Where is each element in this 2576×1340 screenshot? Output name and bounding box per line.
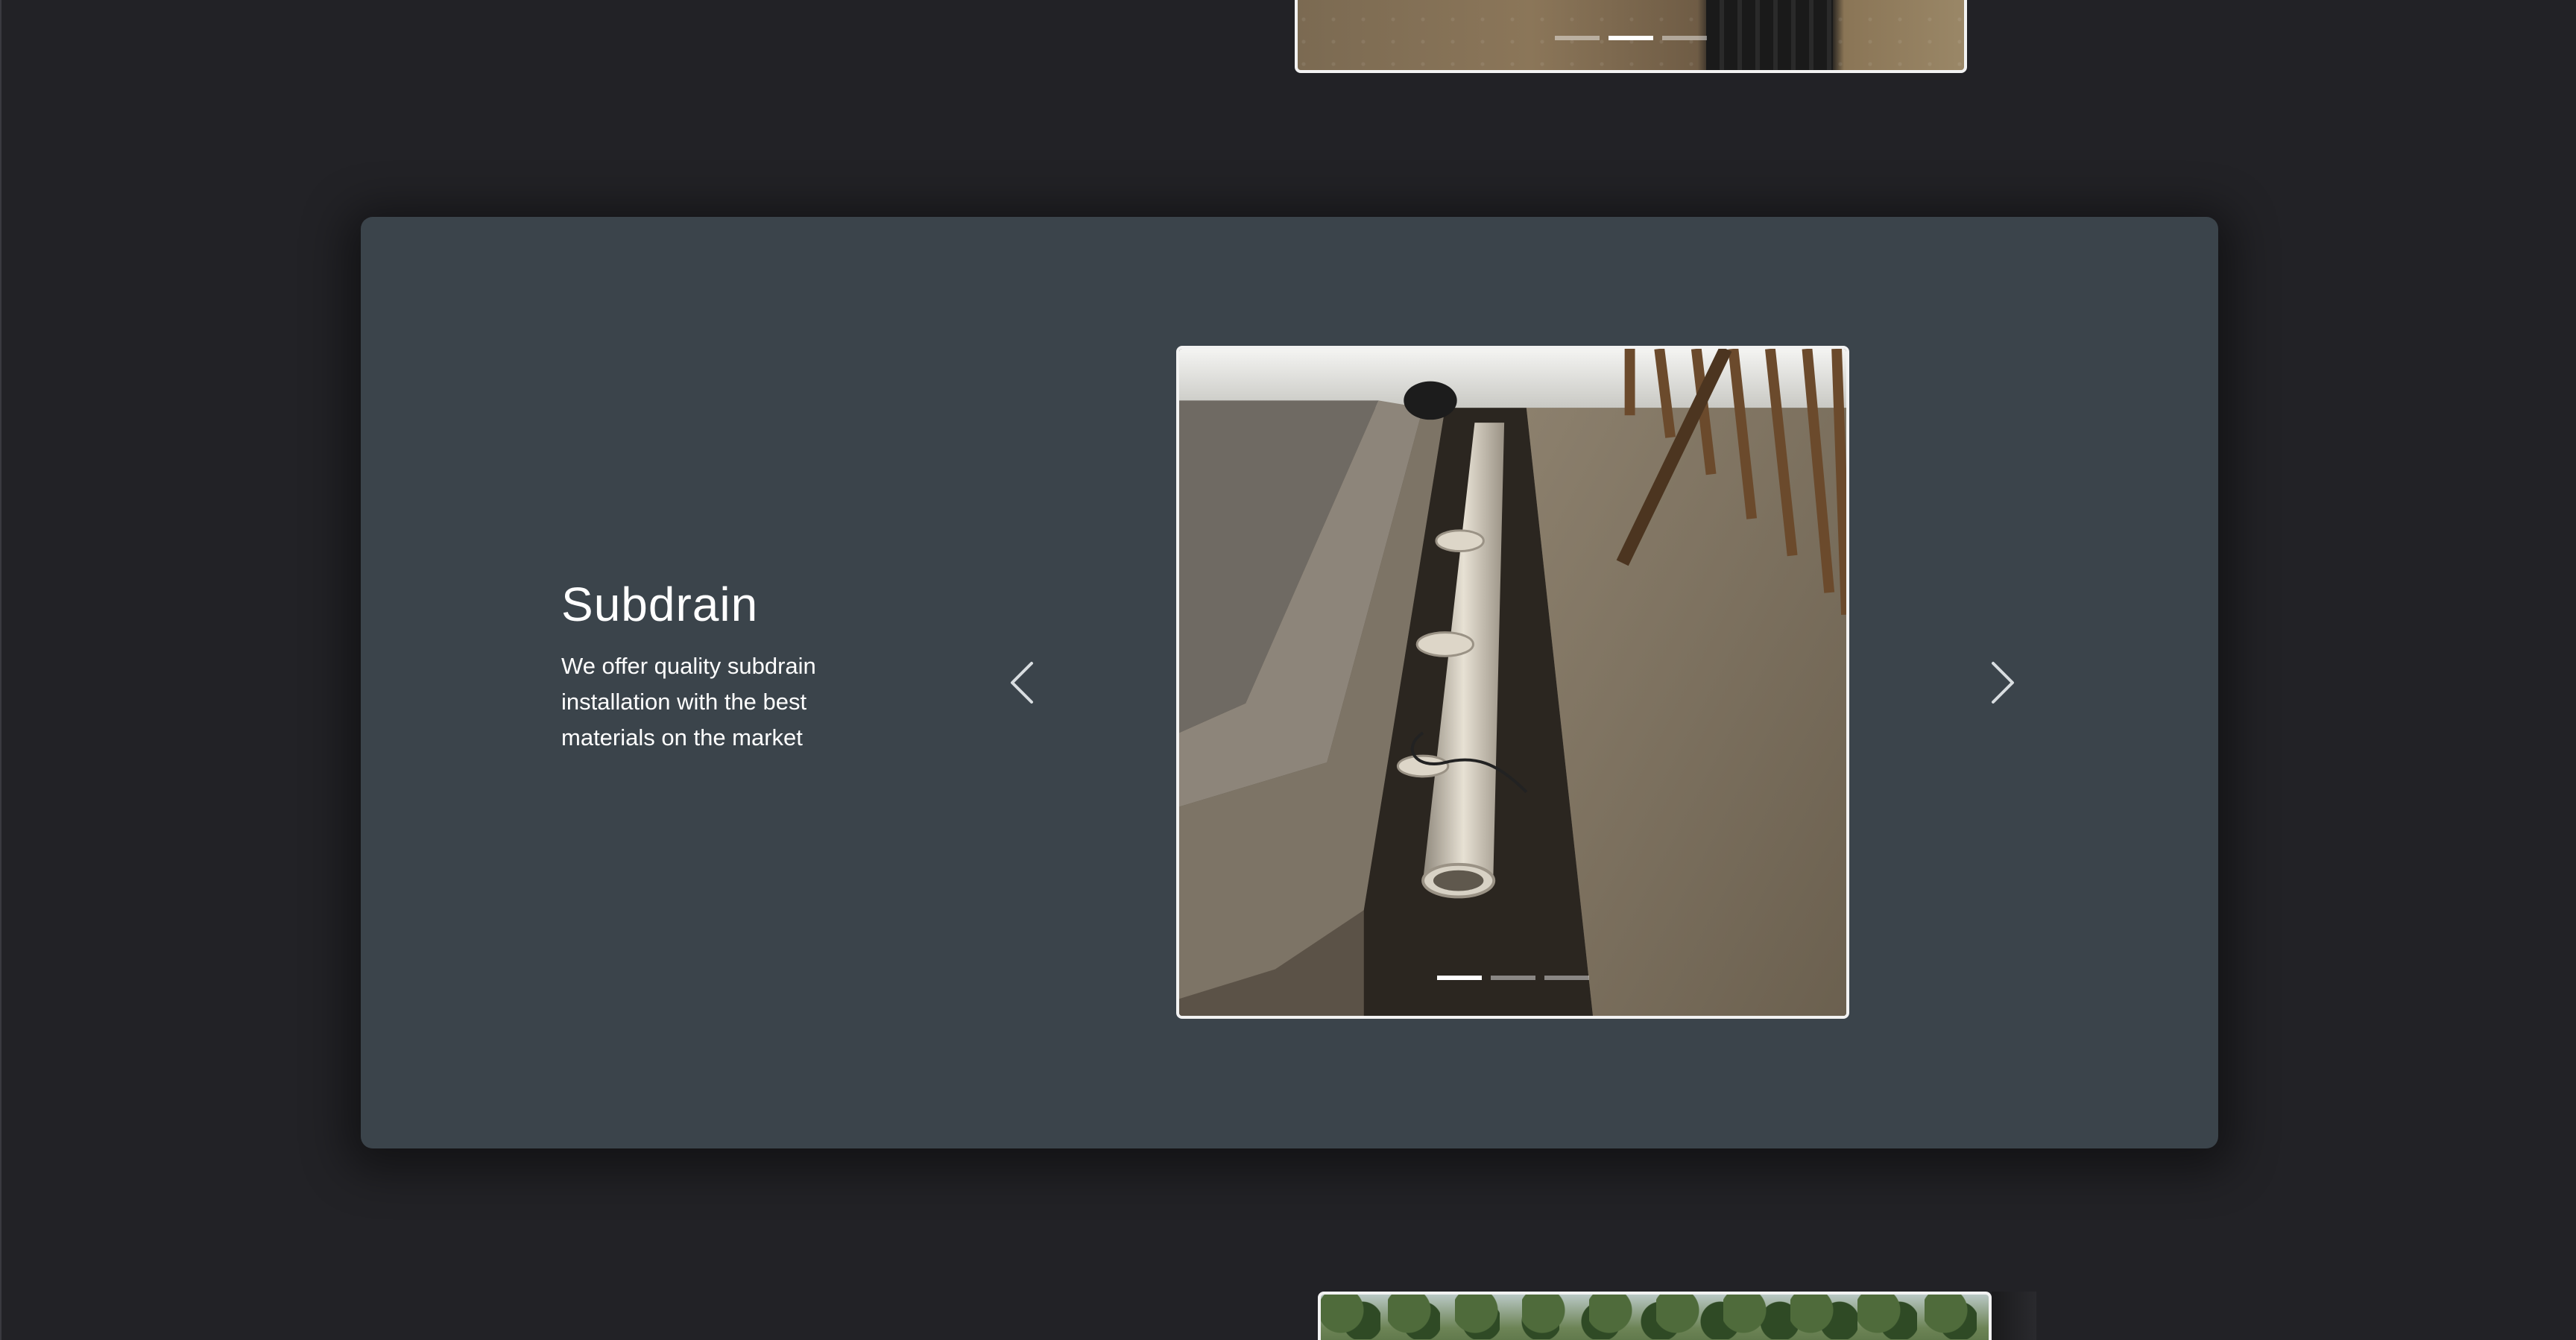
service-title: Subdrain (561, 578, 759, 631)
carousel-indicators (1179, 976, 1846, 980)
chevron-left-icon (1011, 662, 1033, 704)
carousel-dot[interactable] (1490, 976, 1535, 980)
page: Subdrain We offer quality subdrain insta… (0, 0, 2576, 1340)
carousel-dot-active[interactable] (1436, 976, 1482, 980)
subdrain-trench-image (1179, 349, 1846, 1016)
retaining-wall-graphic (1706, 0, 1833, 70)
chevron-right-icon (1992, 662, 2014, 704)
previous-service-photo (1295, 0, 1967, 73)
carousel-prev-button[interactable] (1000, 653, 1045, 712)
carousel-dot[interactable] (1662, 36, 1707, 40)
next-service-photo (1318, 1292, 1992, 1340)
carousel-dot-active[interactable] (1609, 36, 1653, 40)
service-description: We offer quality subdrain installation w… (561, 653, 816, 750)
subdrain-photo (1176, 346, 1849, 1019)
next-card-edge (1992, 1292, 2036, 1340)
carousel-dot[interactable] (1544, 976, 1589, 980)
previous-carousel-indicators (1298, 36, 1964, 40)
carousel-next-button[interactable] (1980, 653, 2024, 712)
carousel-dot[interactable] (1555, 36, 1600, 40)
